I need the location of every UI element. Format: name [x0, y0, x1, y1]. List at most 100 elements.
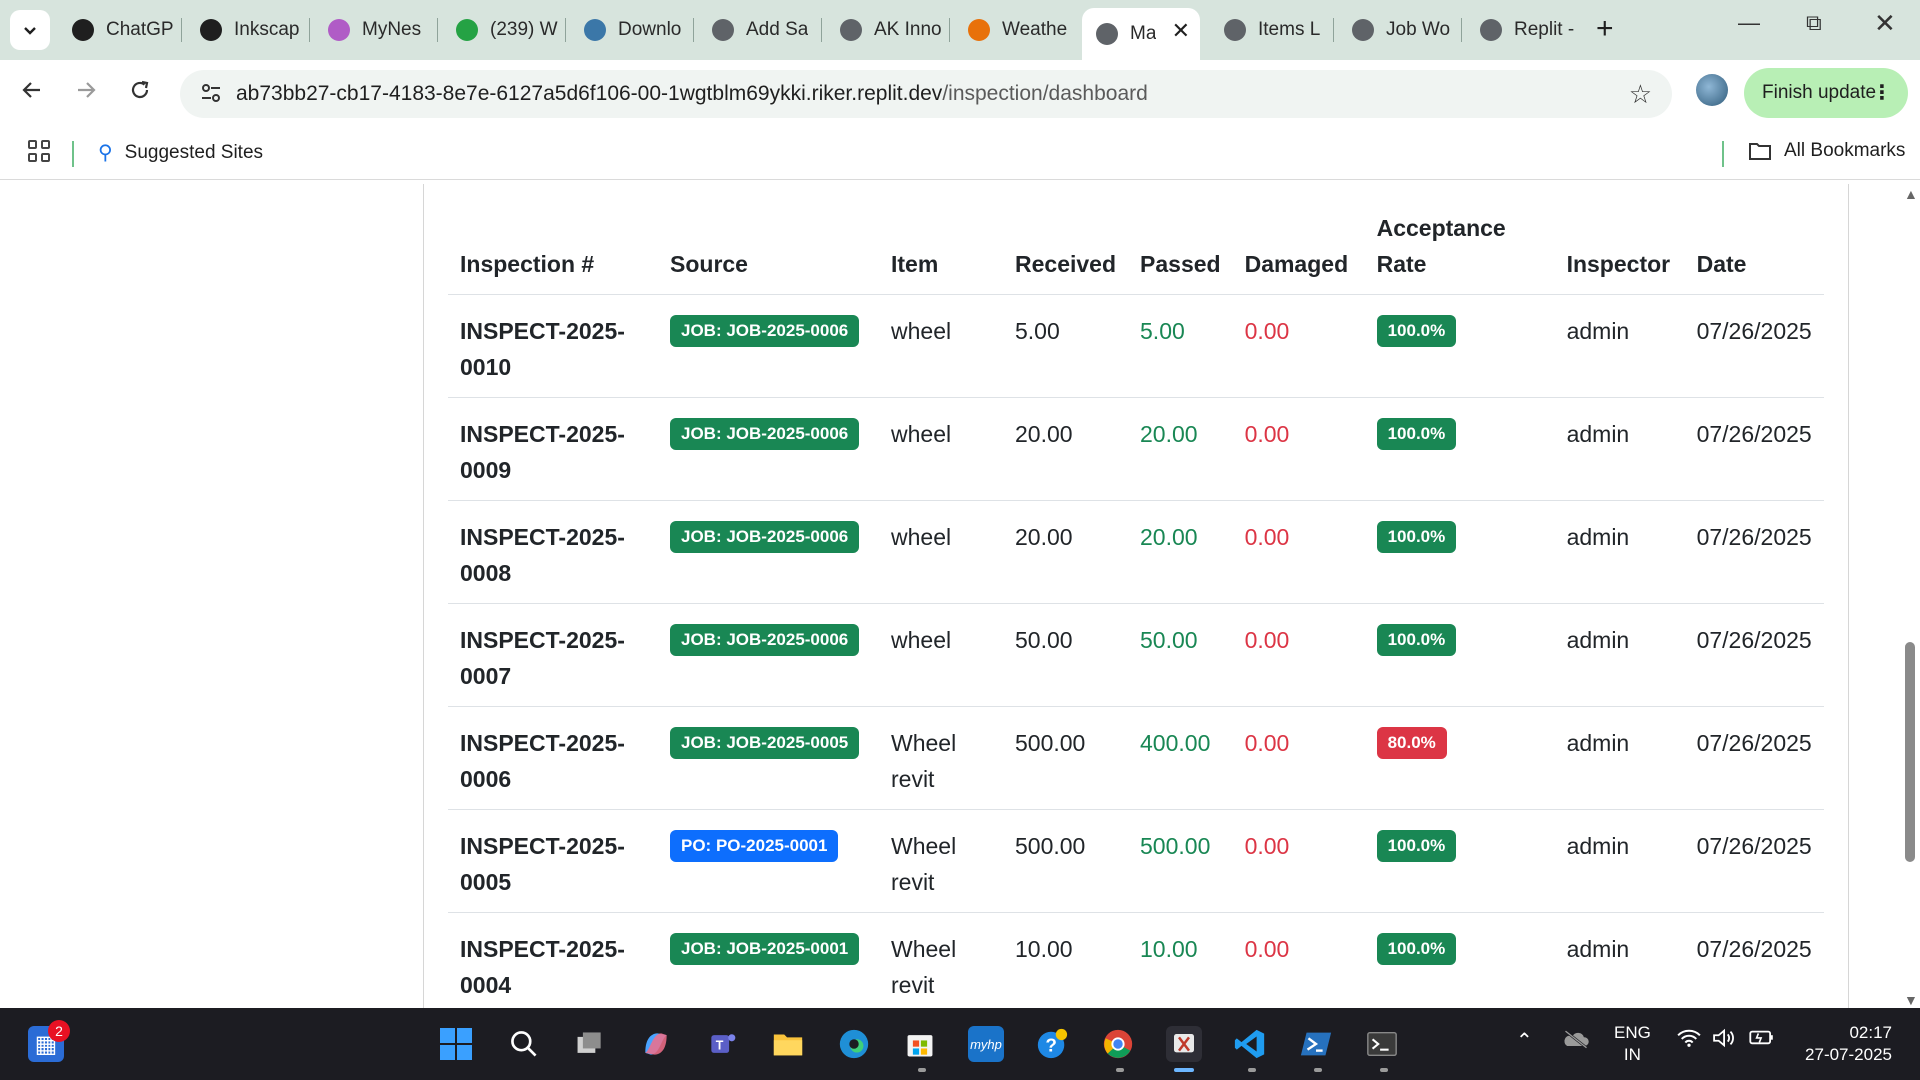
vscode-icon[interactable] [1232, 1026, 1268, 1062]
tab-title: AK Inno [874, 19, 942, 40]
source-cell: JOB: JOB-2025-0006 [658, 397, 879, 501]
taskbar-active-indicator [1174, 1068, 1194, 1072]
tab-title: Ma [1130, 23, 1157, 44]
tab-5[interactable]: Add Sa [698, 10, 816, 50]
source-badge[interactable]: JOB: JOB-2025-0006 [670, 418, 860, 450]
url-text[interactable]: ab73bb27-cb17-4183-8e7e-6127a5d6f106-00-… [236, 82, 1148, 106]
tab-separator [565, 18, 566, 42]
table-row[interactable]: INSPECT-2025-0004 JOB: JOB-2025-0001 Wheel… [448, 912, 1824, 1008]
copilot-icon[interactable] [638, 1026, 674, 1062]
table-row[interactable]: INSPECT-2025-0005 PO: PO-2025-0001 Wheel r… [448, 809, 1824, 913]
battery-icon[interactable] [1748, 1028, 1776, 1051]
restore-button[interactable]: ⧉ [1806, 10, 1822, 36]
volume-icon[interactable] [1712, 1028, 1738, 1053]
tab-separator [181, 18, 182, 42]
source-badge[interactable]: JOB: JOB-2025-0005 [670, 727, 860, 759]
inspection-number: INSPECT-2025-0007 [448, 603, 658, 707]
header-inspector: Inspector [1554, 210, 1685, 295]
inspection-number: INSPECT-2025-0009 [448, 397, 658, 501]
taskbar-running-indicator [1116, 1068, 1124, 1072]
system-clock[interactable]: 02:17 27-07-2025 [1796, 1022, 1892, 1066]
search-icon[interactable] [506, 1026, 542, 1062]
reload-button[interactable] [128, 78, 152, 109]
tab-7[interactable]: Weathe [954, 10, 1072, 50]
damaged-qty: 0.00 [1232, 706, 1365, 810]
terminal-icon[interactable] [1364, 1026, 1400, 1062]
forward-button[interactable] [74, 78, 98, 109]
close-window-button[interactable]: ✕ [1874, 8, 1896, 39]
onedrive-icon[interactable] [1562, 1028, 1590, 1055]
minimize-button[interactable]: — [1738, 10, 1760, 36]
address-bar[interactable]: ab73bb27-cb17-4183-8e7e-6127a5d6f106-00-… [180, 70, 1672, 118]
acceptance-rate-badge: 100.0% [1376, 418, 1457, 450]
tab-2[interactable]: MyNes [314, 10, 432, 50]
table-row[interactable]: INSPECT-2025-0008 JOB: JOB-2025-0006 wheel… [448, 500, 1824, 604]
site-settings-icon[interactable] [200, 82, 222, 104]
language-indicator[interactable]: ENG IN [1614, 1022, 1651, 1066]
scroll-down-arrow-icon[interactable]: ▼ [1904, 992, 1918, 1008]
inspection-date: 07/26/2025 [1684, 603, 1824, 707]
finish-update-label: Finish update [1762, 82, 1877, 103]
source-badge[interactable]: JOB: JOB-2025-0001 [670, 933, 860, 965]
apps-grid-icon[interactable] [28, 140, 50, 162]
scroll-up-arrow-icon[interactable]: ▲ [1904, 186, 1918, 202]
tab-separator [437, 18, 438, 42]
source-cell: PO: PO-2025-0001 [658, 809, 879, 913]
myhp-icon[interactable]: myhp [968, 1026, 1004, 1062]
scrollbar-thumb[interactable] [1905, 642, 1915, 862]
back-button[interactable] [20, 78, 44, 109]
globe-icon [840, 19, 862, 41]
close-tab-icon[interactable]: ✕ [1172, 18, 1190, 44]
item-name: Wheel revit [879, 706, 1003, 810]
all-bookmarks-button[interactable]: All Bookmarks [1748, 140, 1905, 162]
help-icon[interactable]: ? [1034, 1026, 1070, 1062]
tab-search-button[interactable] [10, 10, 50, 50]
item-name: wheel [879, 294, 1003, 398]
source-badge[interactable]: JOB: JOB-2025-0006 [670, 315, 860, 347]
chrome-icon[interactable] [1100, 1026, 1136, 1062]
inspection-number: INSPECT-2025-0004 [448, 912, 658, 1008]
powershell-icon[interactable] [1298, 1026, 1334, 1062]
profile-avatar[interactable] [1696, 74, 1728, 106]
bookmark-star-icon[interactable]: ☆ [1629, 79, 1652, 110]
start-icon[interactable] [438, 1026, 474, 1062]
tab-10[interactable]: Job Wo [1338, 10, 1456, 50]
inspection-date: 07/26/2025 [1684, 912, 1824, 1008]
more-menu-icon[interactable]: ⋮ [1872, 80, 1892, 105]
table-row[interactable]: INSPECT-2025-0006 JOB: JOB-2025-0005 Wheel… [448, 706, 1824, 810]
table-row[interactable]: INSPECT-2025-0009 JOB: JOB-2025-0006 wheel… [448, 397, 1824, 501]
inspector-name: admin [1554, 912, 1685, 1008]
task-view-icon[interactable] [572, 1026, 608, 1062]
tab-9[interactable]: Items L [1210, 10, 1328, 50]
source-badge[interactable]: JOB: JOB-2025-0006 [670, 624, 860, 656]
teams-icon[interactable]: T [704, 1026, 740, 1062]
table-row[interactable]: INSPECT-2025-0010 JOB: JOB-2025-0006 wheel… [448, 294, 1824, 398]
header-date: Date [1684, 210, 1824, 295]
finish-update-button[interactable]: Finish update ⋮ [1744, 68, 1908, 118]
source-badge[interactable]: JOB: JOB-2025-0006 [670, 521, 860, 553]
file-explorer-icon[interactable] [770, 1026, 806, 1062]
globe-icon [1352, 19, 1374, 41]
source-badge[interactable]: PO: PO-2025-0001 [670, 830, 839, 862]
source-cell: JOB: JOB-2025-0006 [658, 294, 879, 398]
tab-0[interactable]: ChatGP [58, 10, 176, 50]
snipping-tool-icon[interactable] [1166, 1026, 1202, 1062]
tab-separator [693, 18, 694, 42]
tab-8[interactable]: Ma ✕ [1082, 8, 1200, 60]
header-source: Source [658, 210, 879, 295]
tab-11[interactable]: Replit - [1466, 10, 1584, 50]
new-tab-button[interactable]: + [1596, 12, 1614, 46]
received-qty: 10.00 [1003, 912, 1129, 1008]
tab-1[interactable]: Inkscap [186, 10, 304, 50]
show-hidden-icons-icon[interactable]: ⌃ [1516, 1028, 1533, 1053]
wifi-icon[interactable] [1676, 1028, 1702, 1053]
page-scrollbar[interactable]: ▲ ▼ [1900, 180, 1920, 1008]
store-icon[interactable] [902, 1026, 938, 1062]
tab-3[interactable]: (239) W [442, 10, 560, 50]
tab-6[interactable]: AK Inno [826, 10, 944, 50]
table-row[interactable]: INSPECT-2025-0007 JOB: JOB-2025-0006 wheel… [448, 603, 1824, 707]
edge-icon[interactable] [836, 1026, 872, 1062]
region-label: IN [1623, 1045, 1641, 1064]
bookmark-suggested-sites[interactable]: ⚲ Suggested Sites [98, 140, 263, 165]
tab-4[interactable]: Downlo [570, 10, 688, 50]
